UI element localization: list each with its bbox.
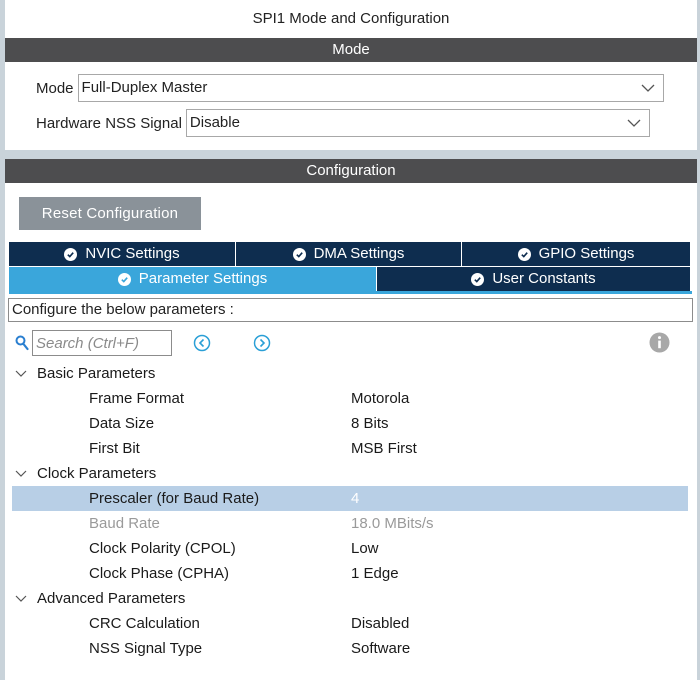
tab-dma-settings[interactable]: DMA Settings xyxy=(236,242,462,266)
param-name: Data Size xyxy=(89,415,155,432)
param-row-nss-signal-type[interactable]: NSS Signal Type Software xyxy=(12,636,688,661)
reset-configuration-button[interactable]: Reset Configuration xyxy=(19,197,201,230)
param-value: Motorola xyxy=(351,390,410,407)
param-row-frame-format[interactable]: Frame Format Motorola xyxy=(12,386,688,411)
param-value: 8 Bits xyxy=(351,415,389,432)
param-row-clock-phase[interactable]: Clock Phase (CPHA) 1 Edge xyxy=(12,561,688,586)
tab-label: Parameter Settings xyxy=(138,270,268,287)
chevron-down-icon xyxy=(627,110,641,136)
check-circle-icon xyxy=(517,247,531,261)
param-row-first-bit[interactable]: First Bit MSB First xyxy=(12,436,688,461)
param-value: Low xyxy=(351,540,379,557)
tabs-underline xyxy=(9,291,692,294)
param-value: 1 Edge xyxy=(351,565,399,582)
param-value: Disabled xyxy=(351,615,410,632)
info-icon[interactable] xyxy=(649,332,670,353)
tabs-row-1: NVIC Settings DMA Settings GPIO Settings xyxy=(9,242,690,266)
param-value: 18.0 MBits/s xyxy=(351,515,434,532)
nss-row: Hardware NSS Signal Disable xyxy=(36,109,650,137)
param-row-clock-polarity[interactable]: Clock Polarity (CPOL) Low xyxy=(12,536,688,561)
configuration-section-header: Configuration xyxy=(5,159,697,183)
tab-label: DMA Settings xyxy=(313,245,405,262)
check-circle-icon xyxy=(292,247,306,261)
nss-select-value: Disable xyxy=(189,114,240,131)
param-name: Clock Phase (CPHA) xyxy=(89,565,230,582)
tab-label: NVIC Settings xyxy=(85,245,180,262)
spi1-config-window: SPI1 Mode and Configuration Mode Mode Fu… xyxy=(0,0,700,680)
chevron-down-icon xyxy=(15,461,27,486)
mode-select-value: Full-Duplex Master xyxy=(81,79,208,96)
next-match-icon[interactable] xyxy=(253,334,271,352)
mode-select[interactable]: Full-Duplex Master xyxy=(77,74,664,102)
param-row-prescaler[interactable]: Prescaler (for Baud Rate) 4 xyxy=(12,486,688,511)
param-name: First Bit xyxy=(89,440,140,457)
tabs-row-2: Parameter Settings User Constants xyxy=(9,267,690,291)
param-value: 4 xyxy=(351,490,360,507)
mode-section-header: Mode xyxy=(5,38,697,62)
configuration-panel: Reset Configuration NVIC Settings DMA Se… xyxy=(5,183,697,680)
search-icon xyxy=(15,335,29,351)
tab-gpio-settings[interactable]: GPIO Settings xyxy=(462,242,690,266)
param-name: Baud Rate xyxy=(89,515,160,532)
mode-row: Mode Full-Duplex Master xyxy=(36,74,664,102)
configure-parameters-label: Configure the below parameters : xyxy=(8,298,693,322)
param-name: Prescaler (for Baud Rate) xyxy=(89,490,260,507)
group-label: Clock Parameters xyxy=(37,465,157,482)
param-name: Frame Format xyxy=(89,390,185,407)
previous-match-icon[interactable] xyxy=(193,334,211,352)
param-name: NSS Signal Type xyxy=(89,640,203,657)
param-value: Software xyxy=(351,640,411,657)
param-name: Clock Polarity (CPOL) xyxy=(89,540,236,557)
chevron-down-icon xyxy=(641,75,655,101)
search-toolbar xyxy=(13,330,683,356)
mode-label: Mode xyxy=(36,79,74,97)
param-row-data-size[interactable]: Data Size 8 Bits xyxy=(12,411,688,436)
tab-parameter-settings[interactable]: Parameter Settings xyxy=(9,267,377,291)
tab-label: User Constants xyxy=(492,270,596,287)
group-label: Basic Parameters xyxy=(37,365,156,382)
tab-nvic-settings[interactable]: NVIC Settings xyxy=(9,242,236,266)
nss-select[interactable]: Disable xyxy=(185,109,650,137)
group-clock-parameters[interactable]: Clock Parameters xyxy=(12,461,688,486)
mode-panel: Mode Full-Duplex Master Hardware NSS Sig… xyxy=(5,62,697,150)
param-row-crc-calculation[interactable]: CRC Calculation Disabled xyxy=(12,611,688,636)
chevron-down-icon xyxy=(15,586,27,611)
check-circle-icon xyxy=(64,247,78,261)
tab-user-constants[interactable]: User Constants xyxy=(377,267,690,291)
window-title: SPI1 Mode and Configuration xyxy=(5,0,697,38)
tab-label: GPIO Settings xyxy=(538,245,635,262)
group-basic-parameters[interactable]: Basic Parameters xyxy=(12,361,688,386)
check-circle-icon xyxy=(117,272,131,286)
param-name: CRC Calculation xyxy=(89,615,200,632)
group-label: Advanced Parameters xyxy=(37,590,186,607)
section-divider xyxy=(5,150,697,159)
search-input[interactable] xyxy=(32,330,172,356)
nss-label: Hardware NSS Signal xyxy=(36,114,182,132)
param-row-baud-rate: Baud Rate 18.0 MBits/s xyxy=(12,511,688,536)
check-circle-icon xyxy=(471,272,485,286)
param-value: MSB First xyxy=(351,440,417,457)
group-advanced-parameters[interactable]: Advanced Parameters xyxy=(12,586,688,611)
chevron-down-icon xyxy=(15,361,27,386)
